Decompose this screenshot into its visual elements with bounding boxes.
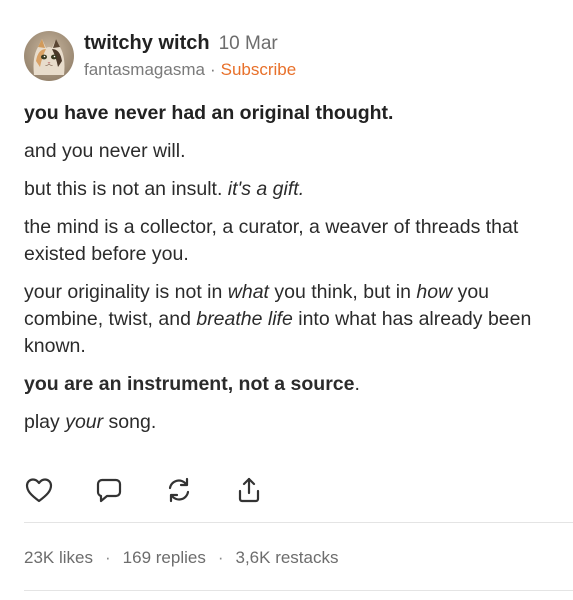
post-header: twitchy witch 10 Mar fantasmagasma · Sub…	[24, 30, 296, 82]
meta-separator: ·	[209, 59, 216, 79]
restack-icon	[168, 477, 190, 503]
publication-row: fantasmagasma · Subscribe	[84, 58, 296, 82]
paragraph: the mind is a collector, a curator, a we…	[24, 214, 554, 268]
post-card: twitchy witch 10 Mar fantasmagasma · Sub…	[0, 0, 573, 600]
author-row: twitchy witch 10 Mar	[84, 31, 296, 56]
subscribe-link[interactable]: Subscribe	[221, 58, 297, 82]
reply-button[interactable]	[94, 475, 124, 505]
heart-icon	[25, 478, 53, 503]
emphasis-text: what	[227, 281, 269, 303]
paragraph-text: play	[24, 411, 66, 433]
comment-icon	[96, 478, 122, 503]
paragraph-text: you think, but in	[268, 281, 417, 303]
paragraph-text: the mind is a collector, a curator, a we…	[24, 216, 519, 265]
like-button[interactable]	[24, 475, 54, 505]
restack-button[interactable]	[164, 475, 194, 505]
emphasis-text: how	[416, 281, 453, 303]
paragraph: you are an instrument, not a source.	[24, 371, 554, 398]
stats-separator: ·	[217, 548, 224, 567]
paragraph-text: and you never will.	[24, 140, 186, 162]
divider	[24, 590, 573, 591]
paragraph: your originality is not in what you thin…	[24, 279, 554, 360]
share-button[interactable]	[234, 475, 264, 505]
likes-count[interactable]: 23K likes	[24, 544, 93, 572]
post-meta: twitchy witch 10 Mar fantasmagasma · Sub…	[84, 31, 296, 82]
replies-count[interactable]: 169 replies	[123, 544, 206, 572]
action-bar	[24, 474, 304, 506]
paragraph: you have never had an original thought.	[24, 100, 554, 127]
paragraph: and you never will.	[24, 138, 554, 165]
emphasis-text: it's a gift.	[227, 178, 305, 200]
engagement-stats: 23K likes · 169 replies · 3,6K restacks	[24, 544, 339, 572]
restacks-count[interactable]: 3,6K restacks	[236, 544, 339, 572]
paragraph-text: song.	[103, 411, 157, 433]
post-date[interactable]: 10 Mar	[219, 32, 278, 56]
author-name[interactable]: twitchy witch	[84, 31, 210, 55]
paragraph: play your song.	[24, 409, 554, 436]
post-body: you have never had an original thought. …	[24, 100, 554, 447]
emphasis-text: breathe life	[196, 308, 293, 330]
share-icon	[238, 477, 260, 503]
paragraph-text: .	[354, 373, 360, 395]
paragraph-text: your originality is not in	[24, 281, 228, 303]
divider	[24, 522, 573, 523]
paragraph: but this is not an insult. it's a gift.	[24, 176, 554, 203]
publication-name[interactable]: fantasmagasma	[84, 58, 205, 82]
paragraph-text: but this is not an insult.	[24, 178, 228, 200]
paragraph-text: you have never had an original thought.	[24, 102, 394, 124]
emphasis-text: your	[65, 411, 104, 433]
avatar[interactable]	[24, 31, 74, 81]
stats-separator: ·	[104, 548, 111, 567]
bold-text: you are an instrument, not a source	[24, 373, 355, 395]
